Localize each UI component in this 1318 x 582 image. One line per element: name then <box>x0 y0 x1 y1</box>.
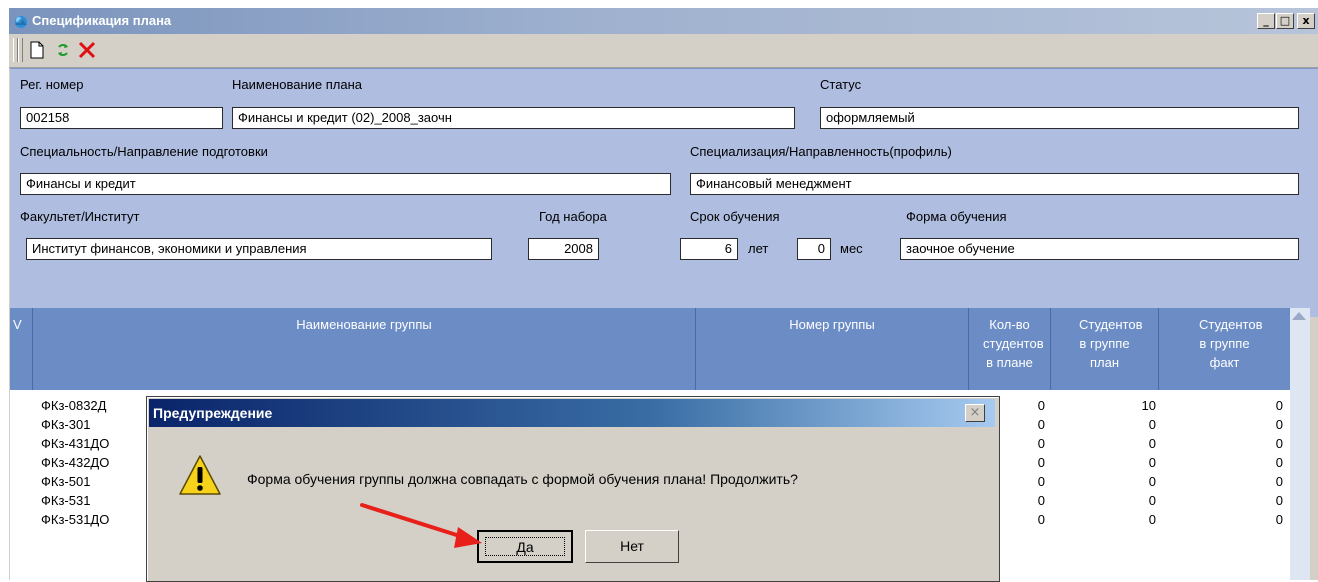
enroll-year-label: Год набора <box>539 209 607 224</box>
plan-name-label: Наименование плана <box>232 77 362 92</box>
group-fact-cell: 0 <box>1275 493 1283 508</box>
duration-months-field[interactable]: 0 <box>797 238 831 260</box>
no-button[interactable]: Нет <box>585 530 679 563</box>
group-name-cell: ФКз-431ДО <box>41 436 110 451</box>
duration-months-unit: мес <box>840 241 863 256</box>
specialty-field[interactable]: Финансы и кредит <box>20 173 671 195</box>
study-form-field[interactable]: заочное обучение <box>900 238 1299 260</box>
col-header-group-plan[interactable]: Студентов в группе план <box>1051 308 1159 390</box>
yes-button[interactable]: Да <box>477 530 573 563</box>
delete-icon[interactable] <box>77 40 97 60</box>
group-name-cell: ФКз-0832Д <box>41 398 107 413</box>
vertical-scrollbar[interactable] <box>1290 308 1310 580</box>
col-header-v[interactable]: V <box>10 308 33 390</box>
group-fact-cell: 0 <box>1275 436 1283 451</box>
study-form-label: Форма обучения <box>906 209 1007 224</box>
yes-button-label: Да <box>485 537 565 556</box>
group-name-cell: ФКз-301 <box>41 417 91 432</box>
group-name-cell: ФКз-531ДО <box>41 512 110 527</box>
col-header-group-number[interactable]: Номер группы <box>696 308 969 390</box>
plan-form: Рег. номер Наименование плана Статус 002… <box>10 68 1318 317</box>
group-fact-cell: 0 <box>1275 417 1283 432</box>
enroll-year-field[interactable]: 2008 <box>528 238 599 260</box>
group-name-cell: ФКз-432ДО <box>41 455 110 470</box>
window-title: Спецификация плана <box>32 13 172 28</box>
group-plan-cell: 0 <box>1148 436 1156 451</box>
minimize-icon[interactable]: _ <box>1257 13 1275 29</box>
group-plan-cell: 0 <box>1148 455 1156 470</box>
grid-header: V Наименование группы Номер группы Кол-в… <box>10 308 1310 390</box>
group-plan-cell: 0 <box>1148 474 1156 489</box>
warning-dialog: Предупреждение × Форма обучения группы д… <box>146 396 1000 582</box>
specialty-label: Специальность/Направление подготовки <box>20 144 268 159</box>
dialog-titlebar[interactable]: Предупреждение <box>149 399 995 427</box>
app-icon <box>15 16 27 28</box>
group-plan-cell: 0 <box>1148 417 1156 432</box>
toolbar <box>9 34 1318 68</box>
status-field[interactable]: оформляемый <box>820 107 1299 129</box>
maximize-icon[interactable]: □ <box>1276 13 1294 29</box>
refresh-icon[interactable] <box>53 40 73 60</box>
faculty-label: Факультет/Институт <box>20 209 140 224</box>
group-plan-cell: 0 <box>1148 493 1156 508</box>
dialog-message: Форма обучения группы должна совпадать с… <box>247 471 798 487</box>
group-plan-cell: 10 <box>1141 398 1156 413</box>
specialization-label: Специализация/Направленность(профиль) <box>690 144 952 159</box>
duration-years-field[interactable]: 6 <box>680 238 738 260</box>
duration-label: Срок обучения <box>690 209 780 224</box>
col-header-group-name[interactable]: Наименование группы <box>33 308 696 390</box>
reg-number-field[interactable]: 002158 <box>20 107 223 129</box>
group-fact-cell: 0 <box>1275 398 1283 413</box>
specialization-field[interactable]: Финансовый менеджмент <box>690 173 1299 195</box>
status-label: Статус <box>820 77 862 92</box>
new-document-icon[interactable] <box>27 40 47 60</box>
group-name-cell: ФКз-501 <box>41 474 91 489</box>
faculty-field[interactable]: Институт финансов, экономики и управлени… <box>26 238 492 260</box>
duration-years-unit: лет <box>748 241 769 256</box>
close-icon[interactable]: x <box>1297 13 1315 29</box>
group-fact-cell: 0 <box>1275 474 1283 489</box>
scroll-up-icon[interactable] <box>1292 312 1306 320</box>
dialog-close-icon[interactable]: × <box>965 404 985 422</box>
dialog-title: Предупреждение <box>153 405 273 421</box>
toolbar-grip <box>18 38 23 62</box>
col-header-plan-count[interactable]: Кол-во студентов в плане <box>969 308 1051 390</box>
col-header-group-fact[interactable]: Студентов в группе факт <box>1159 308 1290 390</box>
window-titlebar[interactable]: Спецификация плана _ □ x <box>9 8 1318 34</box>
reg-number-label: Рег. номер <box>20 77 84 92</box>
group-fact-cell: 0 <box>1275 455 1283 470</box>
warning-icon <box>179 455 221 495</box>
plan-name-field[interactable]: Финансы и кредит (02)_2008_заочн <box>232 107 795 129</box>
group-name-cell: ФКз-531 <box>41 493 91 508</box>
group-fact-cell: 0 <box>1275 512 1283 527</box>
group-plan-cell: 0 <box>1148 512 1156 527</box>
